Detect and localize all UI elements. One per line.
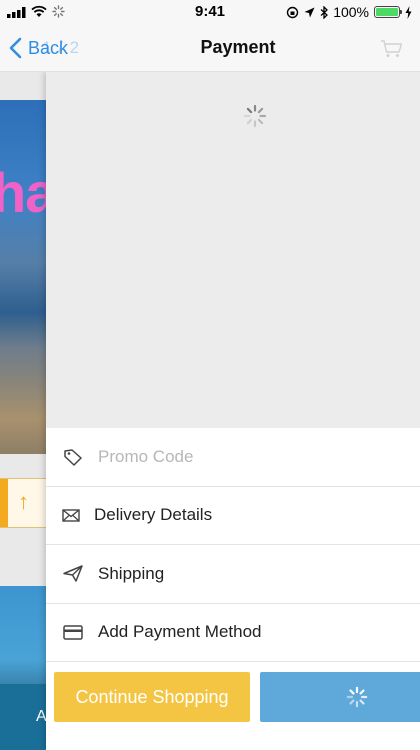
delivery-details-row[interactable]: Delivery Details (46, 487, 420, 545)
payment-panel: Promo Code Delivery Details Shipping Add… (46, 72, 420, 750)
continue-shopping-button[interactable]: Continue Shopping (54, 672, 250, 722)
battery-icon (374, 6, 402, 18)
loading-spinner-icon (346, 686, 368, 708)
nav-bar: 1 / 2 Back Payment (0, 24, 420, 72)
shipping-label: Shipping (98, 563, 165, 583)
underlying-banner-text: ha (0, 161, 46, 224)
promo-code-input[interactable]: Promo Code (98, 447, 193, 467)
delivery-details-label: Delivery Details (94, 505, 213, 525)
content-loading-area (46, 72, 420, 428)
tag-icon (62, 448, 84, 466)
loading-spinner-icon (243, 104, 267, 128)
underlying-page: ha ↑ A (0, 72, 46, 750)
footer-buttons: Continue Shopping (46, 672, 420, 724)
battery-percent: 100% (333, 4, 369, 20)
charging-icon (405, 5, 412, 19)
status-bar: 9:41 100% (0, 0, 420, 24)
location-icon (304, 7, 315, 17)
envelope-icon (60, 506, 82, 524)
arrow-up-icon: ↑ (18, 489, 29, 514)
shipping-row[interactable]: Shipping (46, 545, 420, 604)
checkout-button[interactable] (260, 672, 420, 722)
checkout-options-list: Promo Code Delivery Details Shipping Add… (46, 428, 420, 662)
underlying-lower-text: A (36, 708, 46, 725)
page-title: Payment (200, 37, 276, 57)
paper-plane-icon (62, 565, 84, 583)
underlying-banner-image: ha (0, 100, 46, 454)
add-payment-method-label: Add Payment Method (98, 622, 262, 642)
credit-card-icon (62, 623, 84, 641)
bluetooth-icon (320, 5, 329, 19)
cart-icon[interactable] (380, 40, 404, 58)
status-right-cluster: 100% (286, 3, 412, 21)
add-payment-method-row[interactable]: Add Payment Method (46, 604, 420, 662)
rotation-lock-icon (286, 6, 299, 18)
promo-code-row[interactable]: Promo Code (46, 428, 420, 487)
underlying-arrow-card: ↑ (0, 478, 46, 528)
